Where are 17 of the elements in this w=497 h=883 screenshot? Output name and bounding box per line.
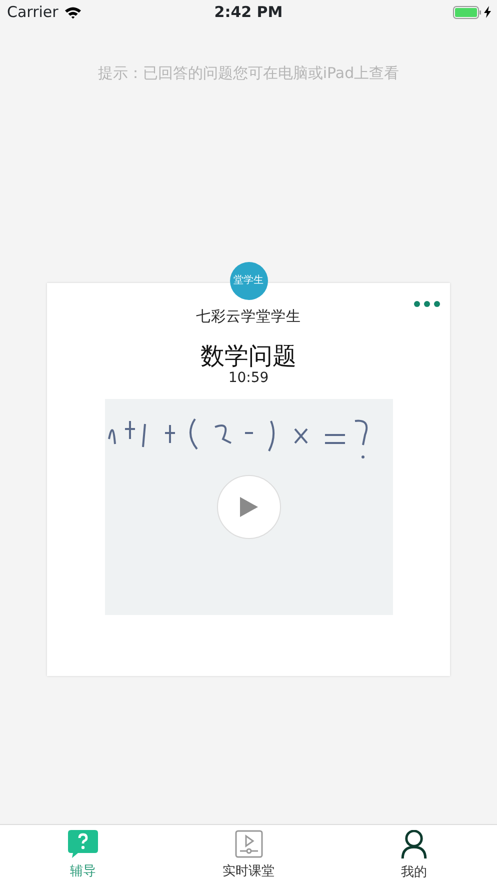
question-title: 数学问题 [200,342,296,372]
question-bubble-icon [68,830,98,858]
tab-item[interactable]: 实时课堂 [166,825,332,883]
question-time: 10:59 [228,371,269,386]
person-icon [400,830,428,858]
play-icon [240,497,258,518]
avatar: 堂学生 [230,262,268,300]
wifi-icon [64,6,82,18]
battery-icon [453,6,481,18]
tab-item[interactable]: 我的 [331,825,497,883]
hint-text: 提示：已回答的问题您可在电脑或iPad上查看 [96,63,400,84]
more-icon[interactable] [414,300,440,306]
tab-item[interactable]: 辅导 [0,825,166,883]
author-name: 七彩云学堂学生 [196,308,301,326]
carrier-text: Carrier [7,2,58,23]
time-text: 2:42 PM [214,2,283,21]
video-player-icon [234,830,262,858]
